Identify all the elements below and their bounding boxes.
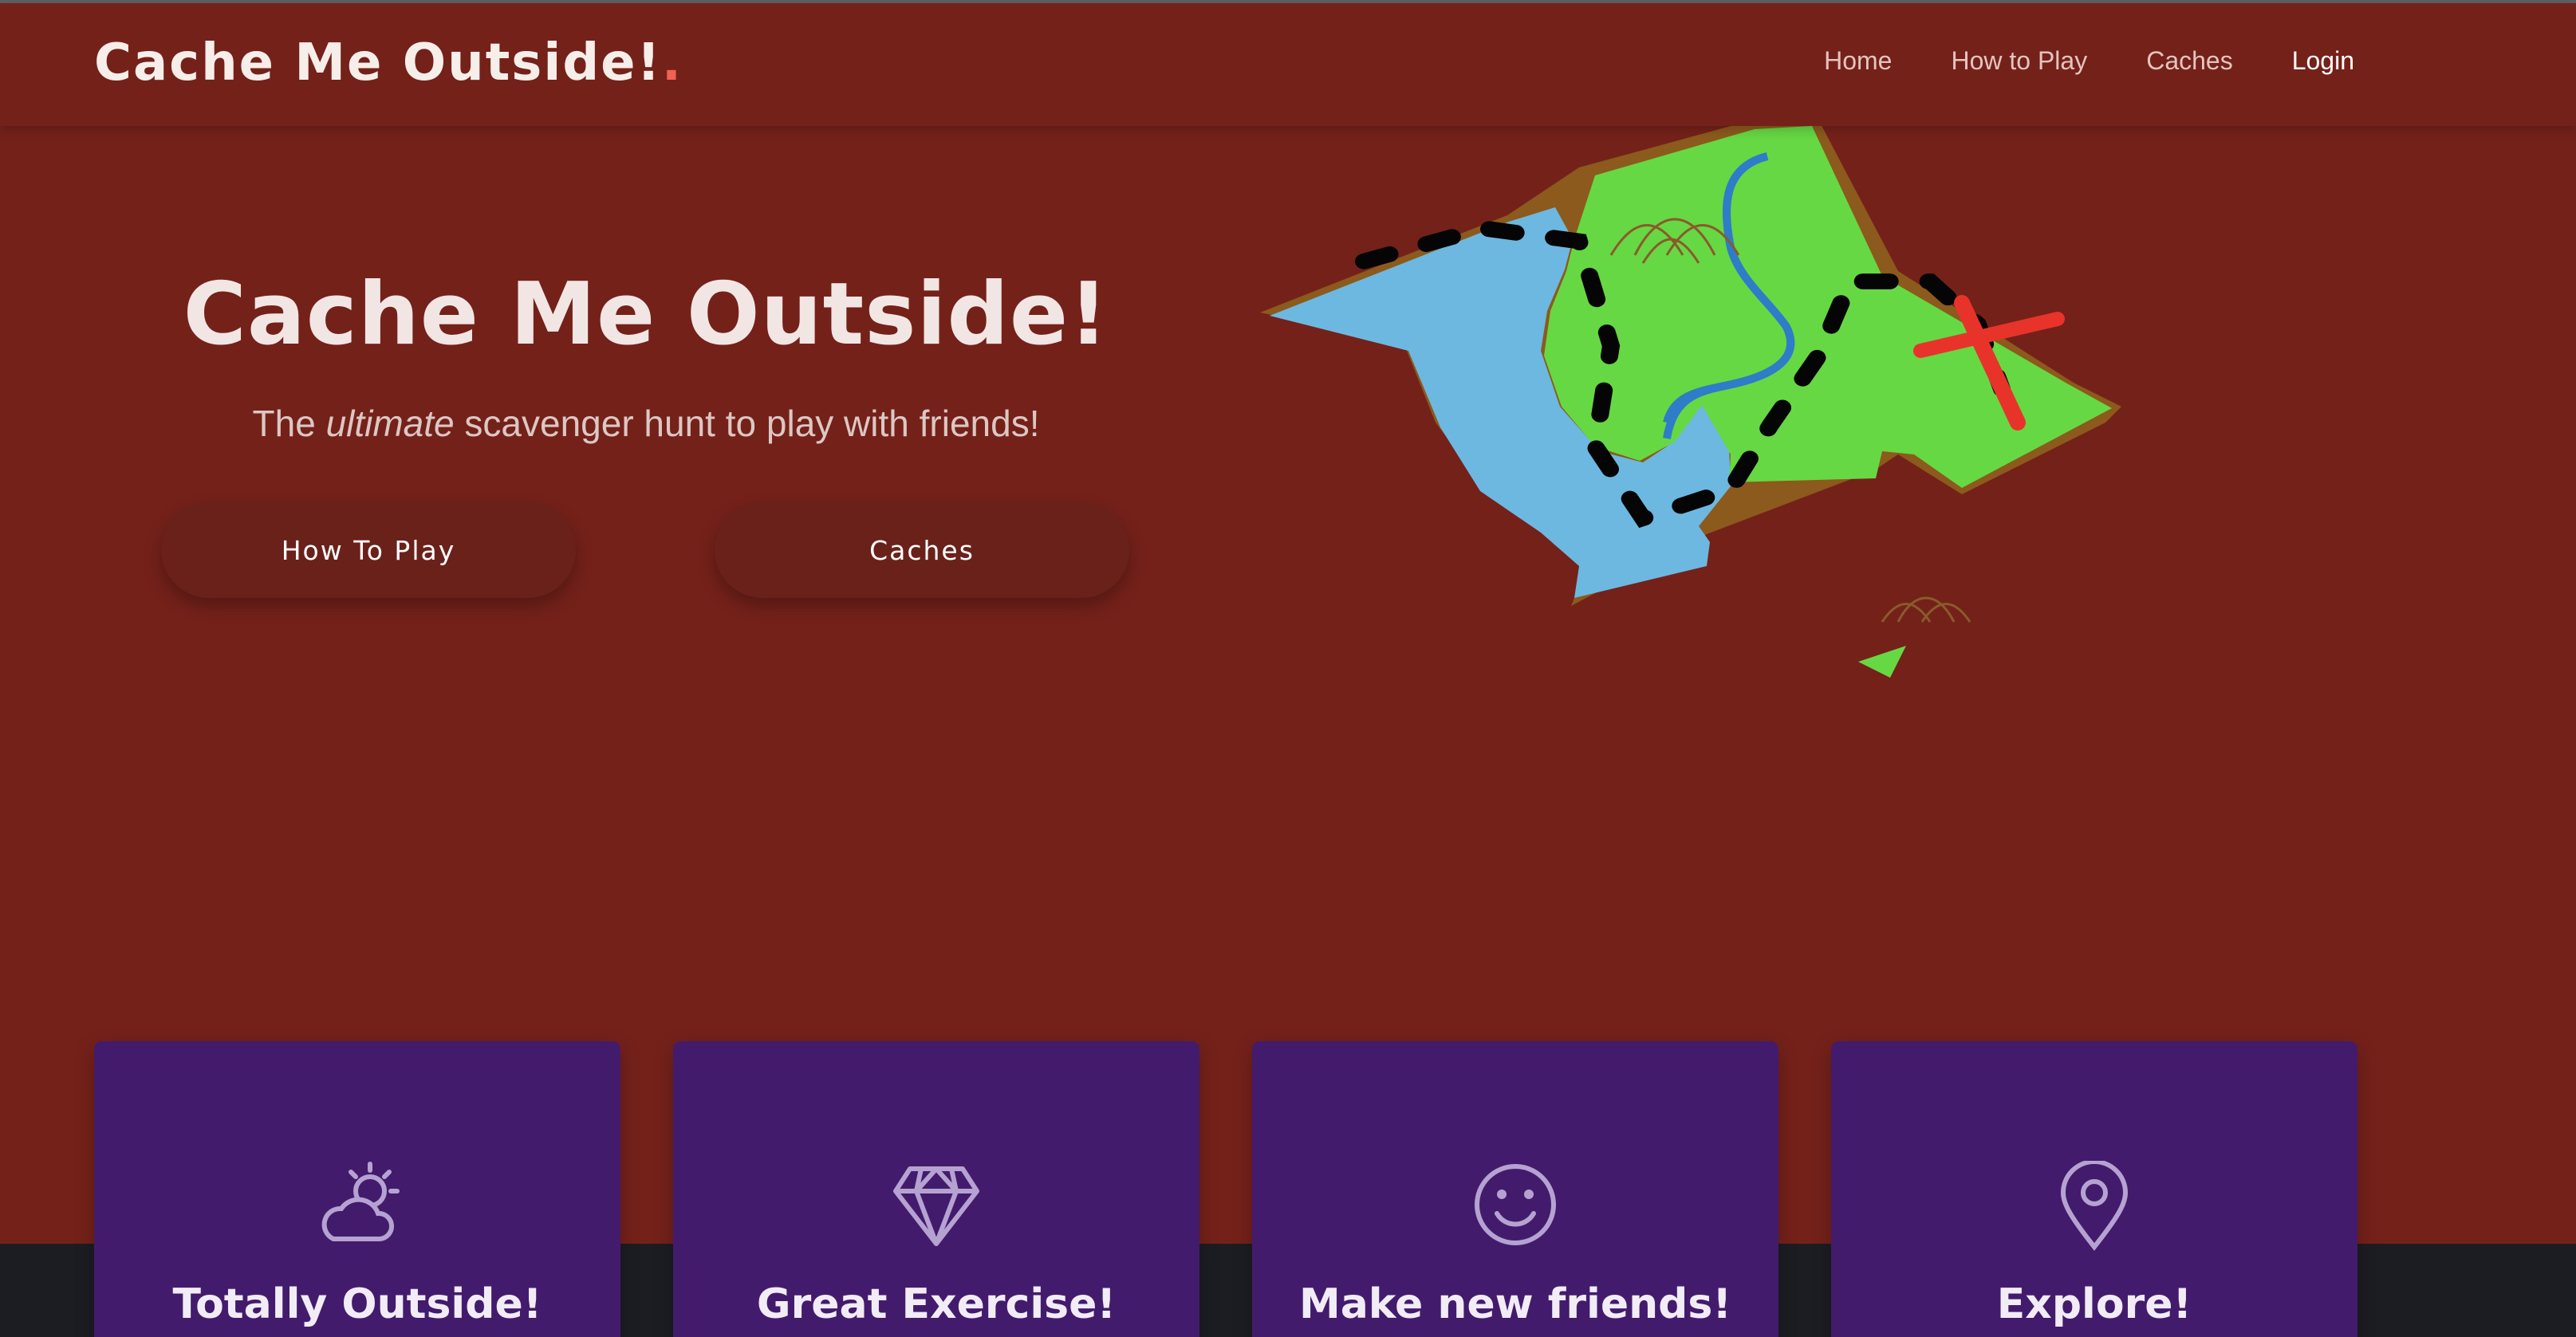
map-pin-icon xyxy=(2060,1161,2129,1251)
feature-card-exercise: Great Exercise! xyxy=(673,1041,1199,1337)
feature-title: Make new friends! xyxy=(1298,1280,1732,1328)
feature-title: Totally Outside! xyxy=(172,1280,542,1328)
main-nav: Home How to Play Caches Login xyxy=(1824,46,2354,76)
nav-how-to-play-link[interactable]: How to Play xyxy=(1951,46,2087,76)
feature-card-explore: Explore! xyxy=(1831,1041,2357,1337)
feature-title: Great Exercise! xyxy=(756,1280,1117,1328)
smiley-icon xyxy=(1475,1164,1556,1245)
feature-title: Explore! xyxy=(1996,1280,2192,1328)
hero-subtitle-lead: The xyxy=(252,403,326,444)
caches-button[interactable]: Caches xyxy=(715,502,1129,598)
brand-name: Cache Me Outside! xyxy=(94,33,662,92)
nav-home-link[interactable]: Home xyxy=(1824,46,1892,76)
feature-card-outside: Totally Outside! xyxy=(94,1041,620,1337)
treasure-map-illustration xyxy=(1260,120,2121,678)
brand-logo[interactable]: Cache Me Outside!. xyxy=(94,33,683,92)
hero-subtitle: The ultimate scavenger hunt to play with… xyxy=(0,402,1292,445)
brand-dot: . xyxy=(661,33,683,92)
hero-title: Cache Me Outside! xyxy=(183,265,1109,364)
navbar: Cache Me Outside!. Home How to Play Cach… xyxy=(0,3,2576,126)
partly-cloudy-icon xyxy=(321,1162,400,1241)
how-to-play-button[interactable]: How To Play xyxy=(161,502,576,598)
nav-login-link[interactable]: Login xyxy=(2292,46,2354,76)
nav-caches-link[interactable]: Caches xyxy=(2146,46,2233,76)
hero-subtitle-tail: scavenger hunt to play with friends! xyxy=(454,403,1040,444)
feature-card-friends: Make new friends! xyxy=(1252,1041,1778,1337)
hero-subtitle-emphasis: ultimate xyxy=(325,403,455,444)
diamond-icon xyxy=(893,1166,979,1246)
